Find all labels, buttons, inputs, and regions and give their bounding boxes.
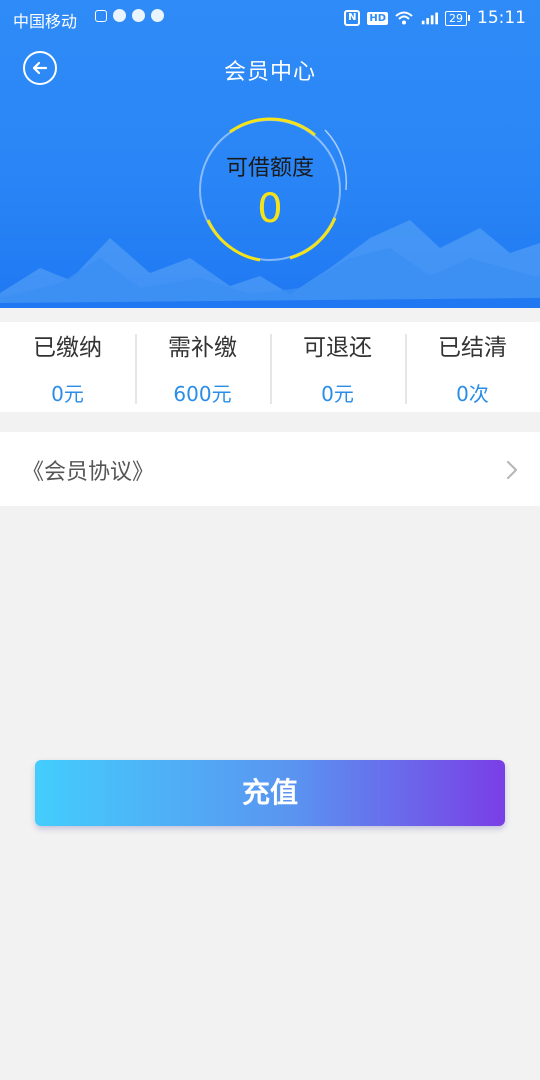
- nfc-icon: N: [344, 10, 361, 26]
- wifi-icon: [395, 11, 413, 25]
- system-status: N HD 29 15:11: [344, 8, 526, 28]
- stat-value: 0次: [456, 382, 489, 406]
- stat-paid: 已缴纳 0元: [0, 322, 135, 412]
- stat-label: 已结清: [438, 335, 507, 361]
- stat-label: 已缴纳: [33, 335, 102, 361]
- hd-icon: HD: [367, 11, 388, 25]
- page-title: 会员中心: [223, 60, 316, 85]
- clock: 15:11: [477, 8, 526, 28]
- chevron-right-icon: [507, 461, 517, 479]
- carrier-name: 中国移动: [13, 12, 78, 31]
- status-bar: 中国移动 N HD 29 15:11: [0, 0, 540, 36]
- stat-label: 需补缴: [168, 335, 237, 361]
- stat-value: 600元: [173, 382, 232, 406]
- battery-icon: 29: [445, 10, 470, 26]
- panda-app-icon: [113, 9, 126, 22]
- tiktok-icon: [132, 9, 145, 22]
- battery-level: 29: [445, 10, 467, 26]
- notification-icons: [95, 9, 164, 22]
- signal-icon: [421, 12, 438, 25]
- stat-value: 0元: [51, 382, 84, 406]
- credit-value: 0: [257, 186, 283, 232]
- header: 会员中心: [0, 36, 540, 106]
- message-icon: [151, 9, 164, 22]
- agreement-label: 《会员协议》: [22, 460, 155, 485]
- member-agreement-link[interactable]: 《会员协议》: [0, 432, 540, 506]
- credit-label: 可借额度: [225, 156, 314, 181]
- stat-refundable: 可退还 0元: [270, 322, 405, 412]
- stat-value: 0元: [321, 382, 354, 406]
- stats-bar: 已缴纳 0元 需补缴 600元 可退还 0元 已结清 0次: [0, 322, 540, 412]
- app-notification-icon: [95, 9, 107, 22]
- credit-gauge: 可借额度 0: [190, 110, 350, 270]
- stat-due: 需补缴 600元: [135, 322, 270, 412]
- stat-settled: 已结清 0次: [405, 322, 540, 412]
- stat-label: 可退还: [303, 335, 372, 361]
- recharge-button[interactable]: 充值: [35, 760, 505, 826]
